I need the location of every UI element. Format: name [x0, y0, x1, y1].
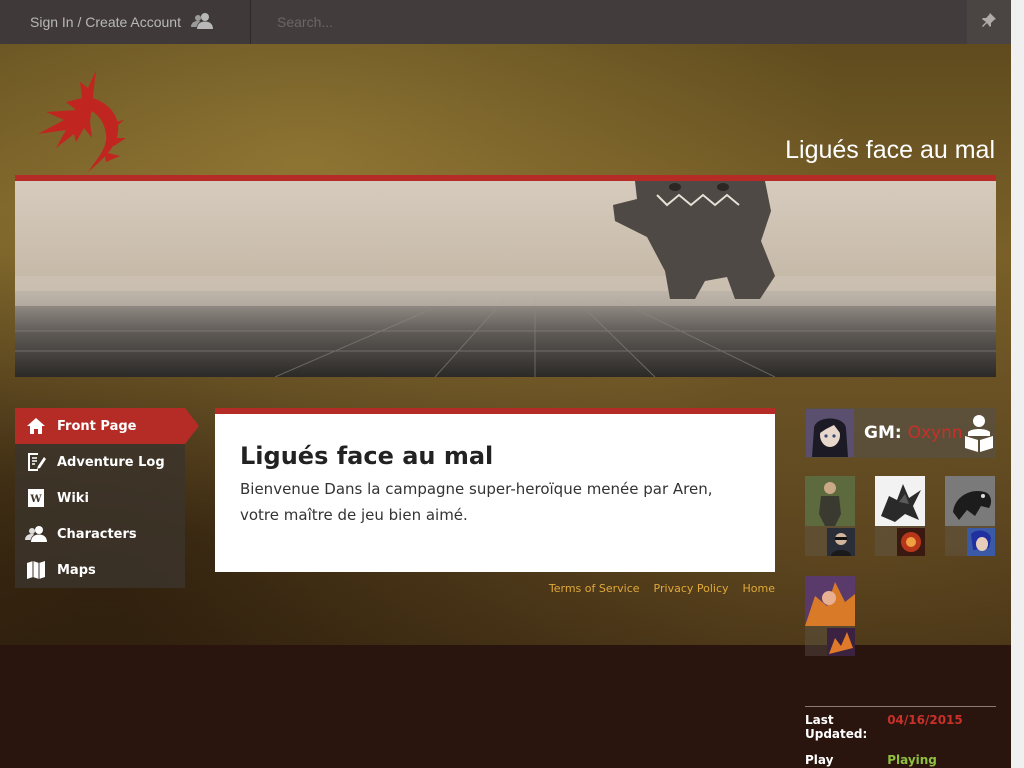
users-icon — [190, 12, 213, 33]
terms-link[interactable]: Terms of Service — [549, 582, 640, 595]
site-title[interactable]: Ligués face au mal — [785, 136, 995, 165]
sidebar-item-label: Front Page — [57, 418, 137, 434]
last-updated-row: Last Updated: 04/16/2015 — [805, 713, 963, 741]
player-card[interactable] — [945, 476, 995, 556]
character-avatar[interactable] — [827, 528, 855, 556]
dragon-logo[interactable] — [36, 68, 128, 176]
play-status-label: Play Status: — [805, 753, 854, 768]
player-avatar — [805, 476, 855, 526]
gm-label-group: GM: Oxynn — [864, 423, 963, 443]
sidebar-item-label: Wiki — [57, 490, 89, 506]
users-icon — [15, 525, 57, 543]
play-status-row: Play Status: Playing — [805, 753, 937, 768]
scrollbar[interactable] — [1011, 0, 1024, 768]
player-avatar — [945, 476, 995, 526]
sidebar-nav: Front Page Adventure Log W Wiki Characte… — [15, 408, 199, 588]
sidebar-item-wiki[interactable]: W Wiki — [15, 480, 185, 516]
search-area — [251, 0, 967, 44]
svg-text:W: W — [29, 494, 42, 505]
last-updated-value: 04/16/2015 — [887, 713, 963, 727]
sidebar-item-label: Adventure Log — [57, 454, 165, 470]
sign-in-label: Sign In / Create Account — [30, 14, 181, 30]
sidebar-item-label: Maps — [57, 562, 96, 578]
home-link[interactable]: Home — [743, 582, 775, 595]
character-avatar[interactable] — [967, 528, 995, 556]
player-avatar — [875, 476, 925, 526]
meta-divider — [805, 706, 996, 707]
page-title: Ligués face au mal — [240, 442, 494, 470]
gm-avatar[interactable] — [806, 409, 854, 457]
player-card[interactable] — [805, 476, 855, 556]
last-updated-label: Last Updated: — [805, 713, 883, 741]
player-card[interactable] — [875, 476, 925, 556]
gm-box: GM: Oxynn — [805, 408, 996, 458]
sidebar-item-front-page[interactable]: Front Page — [15, 408, 199, 444]
gm-label: GM: — [864, 423, 902, 443]
last-updated-label-line-1: Last — [805, 713, 834, 727]
pin-icon — [981, 12, 997, 32]
last-updated-label-line-2: Updated: — [805, 727, 868, 741]
player-avatar — [805, 576, 855, 626]
character-avatar[interactable] — [827, 628, 855, 656]
play-status-value: Playing — [887, 753, 937, 767]
gm-name-link[interactable]: Oxynn — [908, 423, 963, 443]
book-reader-icon — [964, 414, 994, 456]
sidebar-item-characters[interactable]: Characters — [15, 516, 185, 552]
footer-links: Terms of Service Privacy Policy Home — [215, 582, 775, 595]
home-icon — [15, 417, 57, 435]
main-content-card: Ligués face au mal Bienvenue Dans la cam… — [215, 414, 775, 572]
map-icon — [15, 560, 57, 580]
sidebar-item-maps[interactable]: Maps — [15, 552, 185, 588]
sign-in-button[interactable]: Sign In / Create Account — [0, 0, 251, 44]
top-bar: Sign In / Create Account — [0, 0, 1011, 44]
sidebar-item-adventure-log[interactable]: Adventure Log — [15, 444, 185, 480]
search-input[interactable] — [251, 0, 967, 44]
pin-button[interactable] — [967, 0, 1011, 44]
wiki-icon: W — [15, 488, 57, 508]
document-edit-icon — [15, 452, 57, 472]
campaign-banner-image — [15, 181, 996, 377]
player-card[interactable] — [805, 576, 855, 656]
page-description: Bienvenue Dans la campagne super-heroïqu… — [240, 480, 713, 524]
character-avatar[interactable] — [897, 528, 925, 556]
privacy-link[interactable]: Privacy Policy — [654, 582, 729, 595]
sidebar-item-label: Characters — [57, 526, 137, 542]
